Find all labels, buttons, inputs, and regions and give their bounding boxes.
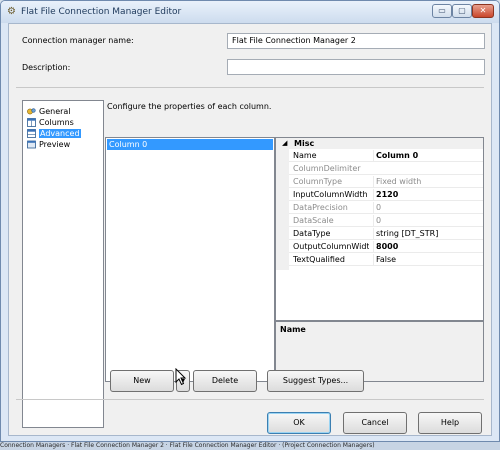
ok-button[interactable]: OK bbox=[267, 412, 331, 434]
property-value: Fixed width bbox=[373, 176, 481, 187]
delete-button[interactable]: Delete bbox=[193, 370, 257, 392]
property-value: 0 bbox=[373, 202, 481, 213]
maximize-button[interactable]: ▢ bbox=[452, 4, 472, 18]
property-grid-gutter bbox=[276, 149, 289, 270]
column-list[interactable]: Column 0 bbox=[105, 137, 275, 382]
flat-file-connection-manager-editor-window: ⚙ Flat File Connection Manager Editor ▭ … bbox=[0, 0, 500, 442]
property-row[interactable]: Name Column 0 bbox=[289, 149, 483, 162]
property-row[interactable]: DataScale 0 bbox=[289, 214, 483, 227]
property-value[interactable]: 8000 bbox=[373, 241, 481, 252]
page-navigation-list: General Columns Advanced Preview bbox=[22, 100, 104, 428]
minimize-button[interactable]: ▭ bbox=[432, 4, 452, 18]
close-button[interactable]: ✕ bbox=[472, 4, 494, 18]
taskbar: Connection Managers · Flat File Connecti… bbox=[0, 442, 500, 450]
property-name: OutputColumnWidth bbox=[293, 242, 369, 251]
suggest-types-button[interactable]: Suggest Types... bbox=[267, 370, 364, 392]
property-name: DataScale bbox=[293, 216, 334, 225]
property-name: Name bbox=[293, 151, 317, 160]
gear-icon: ⚙ bbox=[7, 6, 16, 17]
window-title: Flat File Connection Manager Editor bbox=[21, 7, 182, 17]
property-row[interactable]: ColumnDelimiter bbox=[289, 162, 483, 175]
property-description-title: Name bbox=[280, 325, 306, 334]
list-item[interactable]: Column 0 bbox=[107, 139, 273, 150]
divider bbox=[16, 399, 484, 400]
advanced-page-icon bbox=[27, 129, 36, 138]
mouse-pointer-icon bbox=[175, 368, 187, 386]
title-bar[interactable]: ⚙ Flat File Connection Manager Editor ▭ … bbox=[1, 1, 499, 23]
property-row[interactable]: DataType string [DT_STR] bbox=[289, 227, 483, 240]
property-row[interactable]: OutputColumnWidth 8000 bbox=[289, 240, 483, 253]
property-row[interactable]: DataPrecision 0 bbox=[289, 201, 483, 214]
nav-item-columns[interactable]: Columns bbox=[26, 117, 101, 128]
connection-name-field[interactable]: Flat File Connection Manager 2 bbox=[227, 33, 485, 49]
property-category-label: Misc bbox=[294, 139, 315, 148]
property-row[interactable]: TextQualified False bbox=[289, 253, 483, 266]
description-field[interactable] bbox=[227, 59, 485, 75]
taskbar-text: Connection Managers · Flat File Connecti… bbox=[0, 442, 375, 449]
property-name: InputColumnWidth bbox=[293, 190, 368, 199]
divider bbox=[16, 87, 484, 88]
dialog-client-area: Connection manager name: Flat File Conne… bbox=[8, 23, 492, 436]
nav-item-label: General bbox=[39, 107, 71, 116]
nav-item-preview[interactable]: Preview bbox=[26, 139, 101, 150]
property-value[interactable]: Column 0 bbox=[373, 150, 481, 161]
property-name: ColumnType bbox=[293, 177, 343, 186]
nav-item-advanced[interactable]: Advanced bbox=[26, 128, 101, 139]
property-name: ColumnDelimiter bbox=[293, 164, 361, 173]
connection-name-label: Connection manager name: bbox=[22, 36, 134, 45]
property-row[interactable]: InputColumnWidth 2120 bbox=[289, 188, 483, 201]
help-button[interactable]: Help bbox=[418, 412, 482, 434]
instruction-text: Configure the properties of each column. bbox=[107, 102, 272, 111]
property-value[interactable]: 2120 bbox=[373, 189, 481, 200]
nav-item-label: Columns bbox=[39, 118, 74, 127]
preview-page-icon bbox=[27, 140, 36, 149]
nav-item-label: Advanced bbox=[39, 129, 81, 138]
collapse-arrow-icon[interactable]: ◢ bbox=[282, 139, 287, 148]
general-page-icon bbox=[27, 108, 36, 115]
nav-item-general[interactable]: General bbox=[26, 106, 101, 117]
description-label: Description: bbox=[22, 63, 71, 72]
property-name: DataPrecision bbox=[293, 203, 348, 212]
property-category-misc[interactable]: ◢ Misc bbox=[276, 138, 483, 149]
property-row[interactable]: ColumnType Fixed width bbox=[289, 175, 483, 188]
columns-page-icon bbox=[27, 118, 36, 127]
property-value[interactable]: string [DT_STR] bbox=[373, 228, 481, 239]
property-grid[interactable]: ◢ Misc Name Column 0 ColumnDelimiter Column… bbox=[275, 137, 484, 321]
property-value[interactable]: False bbox=[373, 254, 481, 265]
nav-item-label: Preview bbox=[39, 140, 71, 149]
property-name: DataType bbox=[293, 229, 331, 238]
property-name: TextQualified bbox=[293, 255, 345, 264]
new-button[interactable]: New bbox=[110, 370, 174, 392]
property-value: 0 bbox=[373, 215, 481, 226]
cancel-button[interactable]: Cancel bbox=[343, 412, 407, 434]
